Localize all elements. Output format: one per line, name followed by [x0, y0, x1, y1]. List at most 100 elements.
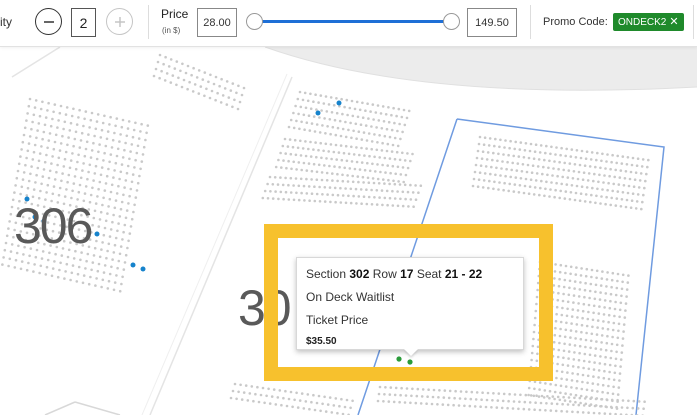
seat-dot[interactable]	[205, 87, 208, 91]
seat-dot[interactable]	[522, 407, 526, 411]
seat-dot[interactable]	[392, 179, 395, 183]
seat-dot[interactable]	[214, 75, 218, 79]
seat-dot[interactable]	[46, 146, 49, 150]
seat-dot[interactable]	[276, 396, 280, 399]
seat-dot[interactable]	[383, 182, 386, 185]
seat-dot[interactable]	[572, 403, 575, 407]
seat-dot[interactable]	[580, 267, 583, 270]
seat-dot[interactable]	[601, 152, 604, 156]
seat-dot[interactable]	[555, 369, 559, 373]
seat-dot[interactable]	[619, 358, 623, 361]
seat-dot[interactable]	[446, 403, 450, 407]
seat-dot[interactable]	[116, 147, 120, 151]
seat-dot[interactable]	[581, 309, 585, 313]
seat-dot[interactable]	[127, 120, 131, 123]
seat-dot[interactable]	[516, 162, 520, 165]
seat-dot[interactable]	[100, 248, 103, 251]
seat-dot[interactable]	[611, 335, 614, 339]
seat-dot[interactable]	[405, 387, 409, 390]
seat-dot[interactable]	[380, 189, 384, 192]
seat-dot[interactable]	[235, 397, 238, 401]
seat-dot[interactable]	[558, 341, 561, 345]
seat-dot[interactable]	[503, 146, 506, 149]
seat-dot[interactable]	[115, 117, 119, 120]
seat-dot[interactable]	[304, 154, 308, 158]
seat-dot[interactable]	[106, 287, 110, 290]
seat-dot[interactable]	[447, 396, 451, 400]
seat-dot[interactable]	[563, 335, 567, 339]
seat-dot[interactable]	[612, 378, 616, 382]
seat-dot[interactable]	[534, 401, 537, 405]
seat-dot[interactable]	[593, 297, 597, 301]
seat-dot[interactable]	[538, 151, 542, 154]
seat-dot[interactable]	[548, 396, 551, 400]
seat-dot[interactable]	[212, 82, 216, 86]
seat-dot[interactable]	[601, 270, 604, 273]
seat-dot[interactable]	[103, 226, 107, 230]
seat-dot[interactable]	[518, 148, 522, 151]
seat-dot[interactable]	[548, 195, 551, 198]
seat-dot[interactable]	[403, 183, 407, 187]
seat-dot[interactable]	[590, 275, 593, 279]
seat-dot[interactable]	[507, 189, 511, 193]
seat-dot[interactable]	[549, 382, 552, 386]
seat-dot[interactable]	[562, 168, 565, 172]
seat-dot[interactable]	[559, 320, 563, 324]
seat-dot[interactable]	[564, 190, 568, 193]
seat-dot[interactable]	[126, 164, 130, 168]
seat-dot[interactable]	[347, 152, 351, 156]
seat-dot[interactable]	[56, 163, 59, 167]
seat-dot[interactable]	[571, 410, 574, 414]
seat-dot[interactable]	[625, 288, 629, 291]
seat-dot[interactable]	[381, 141, 384, 145]
seat-dot[interactable]	[34, 181, 37, 184]
seat-dot[interactable]	[605, 341, 609, 345]
seat-dot[interactable]	[303, 128, 306, 131]
seat-dot[interactable]	[45, 153, 48, 157]
seat-dot[interactable]	[549, 409, 553, 412]
seat-dot[interactable]	[25, 119, 28, 122]
seat-dot[interactable]	[607, 320, 610, 324]
seat-dot[interactable]	[289, 152, 293, 156]
seat-dot[interactable]	[142, 145, 146, 149]
seat-dot[interactable]	[594, 201, 597, 205]
seat-dot[interactable]	[96, 269, 100, 273]
seat-dot[interactable]	[32, 150, 36, 154]
seat-dot[interactable]	[601, 188, 604, 191]
seat-dot[interactable]	[581, 411, 585, 414]
seat-dot[interactable]	[229, 89, 233, 92]
seat-dot[interactable]	[373, 196, 376, 199]
seat-dot[interactable]	[557, 291, 560, 295]
seat-dot[interactable]	[171, 74, 175, 77]
seat-dot[interactable]	[376, 104, 380, 107]
seat-dot[interactable]	[289, 176, 293, 180]
seat-dot[interactable]	[186, 87, 189, 91]
seat-dot[interactable]	[633, 178, 637, 181]
seat-dot[interactable]	[400, 386, 403, 390]
seat-dot[interactable]	[348, 167, 352, 170]
seat-dot[interactable]	[579, 281, 582, 284]
seat-dot[interactable]	[92, 141, 95, 145]
seat-dot[interactable]	[41, 137, 44, 141]
seat-dot[interactable]	[261, 196, 265, 200]
seat-dot[interactable]	[167, 65, 171, 68]
seat-dot[interactable]	[583, 288, 587, 292]
seat-dot[interactable]	[103, 114, 106, 118]
seat-dot[interactable]	[333, 186, 337, 190]
seat-dot[interactable]	[631, 406, 635, 410]
seat-dot[interactable]	[391, 204, 395, 207]
seat-dot[interactable]	[559, 327, 562, 331]
seat-dot[interactable]	[383, 156, 387, 160]
seat-dot[interactable]	[62, 165, 66, 168]
seat-dot[interactable]	[369, 110, 372, 113]
seat-dot[interactable]	[606, 327, 610, 331]
seat-dot[interactable]	[36, 129, 39, 132]
seat-dot[interactable]	[313, 199, 317, 203]
seat-dot[interactable]	[577, 170, 581, 174]
seat-dot[interactable]	[596, 187, 599, 191]
seat-dot[interactable]	[177, 76, 180, 80]
seat-dot[interactable]	[328, 118, 332, 121]
seat-dot[interactable]	[457, 404, 461, 407]
seat-dot[interactable]	[109, 153, 113, 156]
seat-dot[interactable]	[43, 160, 47, 164]
